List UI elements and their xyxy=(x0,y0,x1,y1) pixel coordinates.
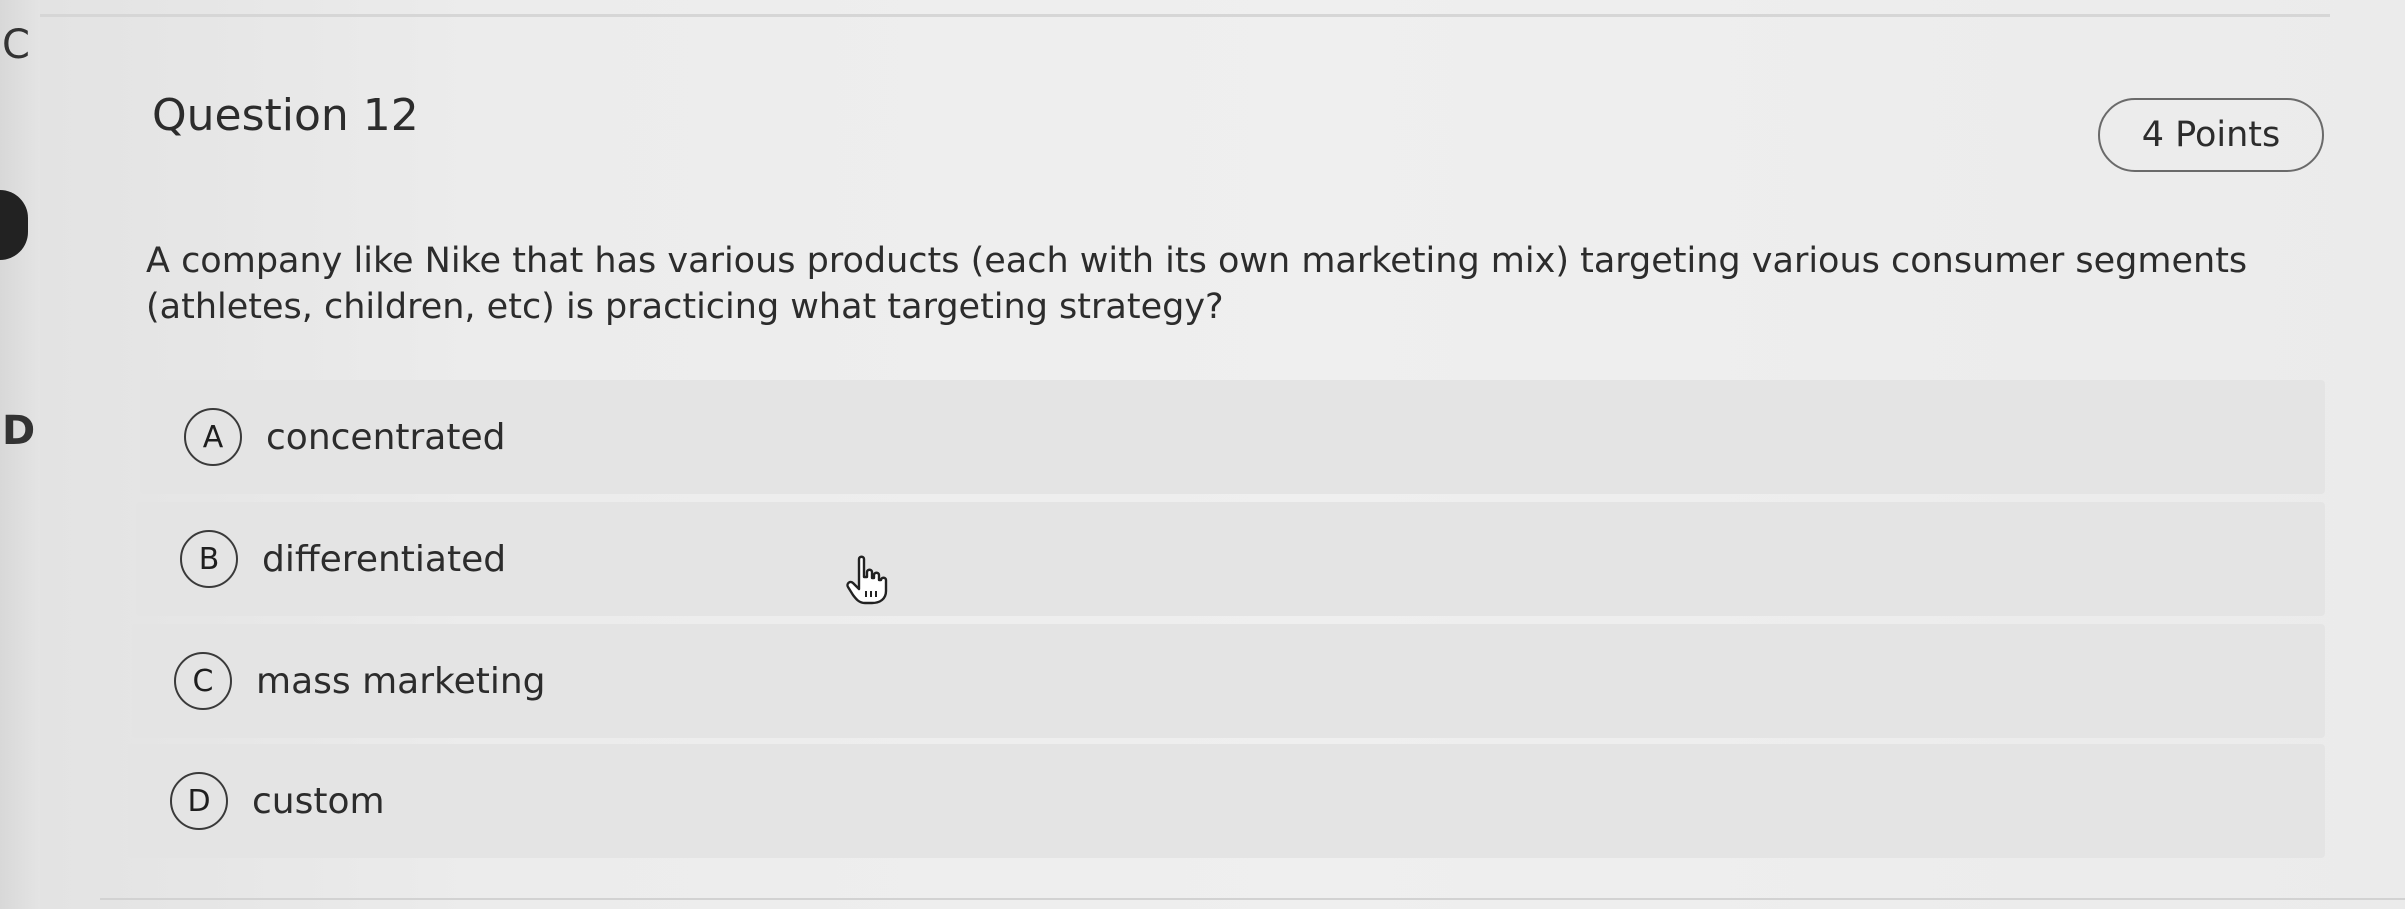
bottom-divider xyxy=(100,898,2405,900)
option-d[interactable]: D custom xyxy=(128,744,2325,858)
option-label: differentiated xyxy=(262,538,507,580)
gutter-blob xyxy=(0,190,28,260)
left-gutter: C D xyxy=(0,0,40,909)
option-c[interactable]: C mass marketing xyxy=(132,624,2325,738)
quiz-screen: C D Question 12 4 Points A company like … xyxy=(0,0,2405,909)
hand-pointer-icon xyxy=(846,555,888,605)
option-letter-badge: A xyxy=(184,408,242,466)
option-label: concentrated xyxy=(266,416,506,458)
option-label: mass marketing xyxy=(256,660,546,702)
question-title: Question 12 xyxy=(152,90,419,141)
option-letter-badge: C xyxy=(174,652,232,710)
option-letter-badge: D xyxy=(170,772,228,830)
gutter-letter-top: C xyxy=(2,22,30,68)
option-label: custom xyxy=(252,780,385,822)
question-prompt: A company like Nike that has various pro… xyxy=(146,241,2248,327)
top-divider xyxy=(40,14,2330,17)
option-b[interactable]: B differentiated xyxy=(136,502,2325,616)
option-letter-badge: B xyxy=(180,530,238,588)
gutter-letter-mid: D xyxy=(2,408,36,454)
option-a[interactable]: A concentrated xyxy=(140,380,2325,494)
points-badge: 4 Points xyxy=(2098,98,2324,172)
